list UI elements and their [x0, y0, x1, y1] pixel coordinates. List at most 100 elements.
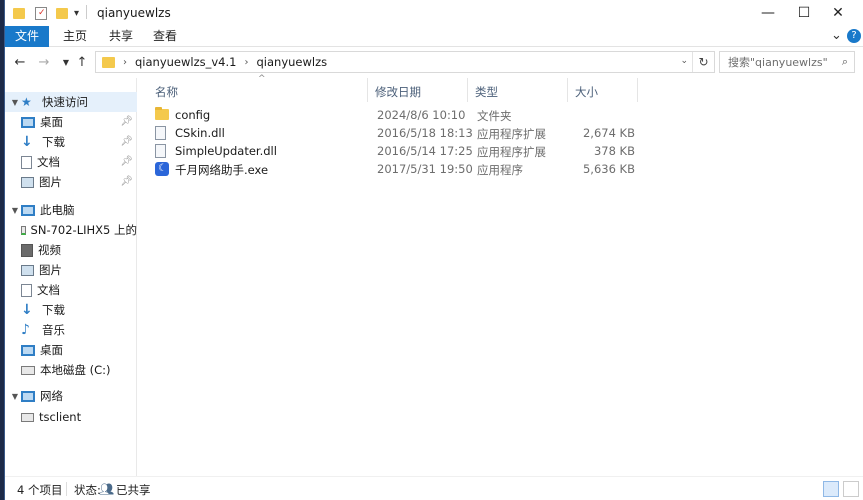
file-size: 5,636 KB [582, 162, 635, 176]
nav-quick-downloads[interactable]: ↓ 下载 📌︎ [5, 132, 137, 152]
ribbon-expand-icon[interactable]: ⌄ [831, 28, 842, 43]
status-label: 状态: [74, 483, 101, 497]
pin-icon[interactable]: 📌︎ [120, 116, 133, 127]
new-folder-icon[interactable] [56, 7, 68, 19]
breadcrumb-current[interactable]: qianyuewlzs [256, 55, 327, 69]
ribbon-tabs: 文件 主页 共享 查看 ⌄ ? [5, 26, 863, 47]
nav-videos[interactable]: 视频 [5, 240, 137, 260]
nav-music[interactable]: ♪ 音乐 [5, 320, 137, 340]
properties-icon[interactable]: ✓ [35, 6, 47, 20]
network-drive-icon [21, 225, 26, 235]
forward-arrow-icon: → [38, 54, 50, 70]
nav-label: 音乐 [42, 323, 65, 337]
file-size: 2,674 KB [582, 126, 635, 140]
nav-label: 网络 [40, 389, 63, 403]
nav-documents[interactable]: 文档 [5, 280, 137, 300]
tab-view[interactable]: 查看 [141, 26, 189, 47]
network-share-icon [21, 412, 34, 422]
nav-label: 文档 [37, 283, 60, 297]
table-row[interactable]: ☾ 千月网络助手.exe 2017/5/31 19:50 应用程序 5,636 … [155, 160, 645, 178]
expand-arrow-icon[interactable]: ▼ [9, 98, 21, 107]
expand-arrow-icon[interactable]: ▼ [9, 206, 21, 215]
tab-share[interactable]: 共享 [97, 26, 145, 47]
tab-home[interactable]: 主页 [51, 26, 99, 47]
address-bar[interactable]: › qianyuewlzs_v4.1 › qianyuewlzs ⌄ ↻ [95, 51, 715, 73]
nav-label: 图片 [39, 175, 62, 189]
large-icons-view-icon[interactable] [843, 481, 859, 497]
column-divider[interactable] [567, 78, 568, 102]
nav-this-pc[interactable]: ▼ 此电脑 [5, 200, 137, 220]
expand-arrow-icon[interactable]: ▼ [9, 392, 21, 401]
file-type: 文件夹 [477, 109, 512, 123]
pin-icon[interactable]: 📌︎ [120, 136, 133, 147]
document-icon [21, 155, 32, 169]
download-arrow-icon: ↓ [21, 134, 33, 150]
navigation-pane: ▼ ★ 快速访问 桌面 📌︎ ↓ 下载 📌︎ 文档 📌︎ 图片 📌︎ ▼ 此电脑… [5, 78, 137, 476]
file-list: ^ 名称 修改日期 类型 大小 config 2024/8/6 10:10 文件… [145, 74, 863, 476]
file-date: 2016/5/18 18:13 [377, 126, 473, 140]
close-button[interactable]: ✕ [815, 0, 861, 26]
column-header-type[interactable]: 类型 [475, 84, 498, 102]
details-view-icon[interactable] [823, 481, 839, 497]
refresh-icon[interactable]: ↻ [692, 52, 714, 72]
file-size: 378 KB [593, 144, 635, 158]
document-icon [21, 283, 32, 297]
nav-label: 此电脑 [40, 203, 75, 217]
help-icon[interactable]: ? [847, 29, 861, 43]
nav-quick-access[interactable]: ▼ ★ 快速访问 [5, 92, 137, 112]
nav-network-drive[interactable]: SN-702-LIHX5 上的 [5, 220, 137, 240]
pin-icon[interactable]: 📌︎ [120, 176, 133, 187]
column-divider[interactable] [467, 78, 468, 102]
up-button[interactable]: ↑ [73, 53, 91, 71]
breadcrumb-separator: › [244, 56, 249, 68]
file-name: CSkin.dll [175, 126, 225, 140]
maximize-icon: ☐ [797, 5, 811, 21]
file-type: 应用程序 [477, 163, 523, 177]
desktop-icon [21, 116, 35, 128]
column-header-size[interactable]: 大小 [575, 84, 598, 102]
nav-label: 桌面 [40, 115, 63, 129]
folder-icon[interactable] [13, 7, 25, 19]
nav-local-disk[interactable]: 本地磁盘 (C:) [5, 360, 137, 380]
dll-file-icon [155, 144, 166, 158]
nav-quick-documents[interactable]: 文档 📌︎ [5, 152, 137, 172]
nav-network[interactable]: ▼ 网络 [5, 386, 137, 406]
address-row: ← → ▼ ↑ › qianyuewlzs_v4.1 › qianyuewlzs… [5, 48, 863, 76]
quick-access-toolbar: ✓ ▾ [13, 4, 79, 22]
column-divider[interactable] [637, 78, 638, 102]
search-input[interactable]: 搜索"qianyuewlzs" ⌕ [719, 51, 855, 73]
address-dropdown-icon[interactable]: ⌄ [680, 56, 688, 66]
table-row[interactable]: CSkin.dll 2016/5/18 18:13 应用程序扩展 2,674 K… [155, 124, 645, 142]
table-row[interactable]: SimpleUpdater.dll 2016/5/14 17:25 应用程序扩展… [155, 142, 645, 160]
column-header-date[interactable]: 修改日期 [375, 84, 421, 102]
nav-quick-pictures[interactable]: 图片 📌︎ [5, 172, 137, 192]
shared-users-icon: 👥︎ [99, 482, 115, 496]
nav-downloads[interactable]: ↓ 下载 [5, 300, 137, 320]
nav-label: 快速访问 [42, 95, 88, 109]
nav-pictures[interactable]: 图片 [5, 260, 137, 280]
breadcrumb-parent[interactable]: qianyuewlzs_v4.1 [135, 55, 236, 69]
table-row[interactable]: config 2024/8/6 10:10 文件夹 [155, 106, 645, 124]
star-icon: ★ [21, 95, 32, 109]
tab-file[interactable]: 文件 [5, 26, 49, 47]
picture-icon [21, 264, 34, 276]
nav-quick-desktop[interactable]: 桌面 📌︎ [5, 112, 137, 132]
download-arrow-icon: ↓ [21, 302, 33, 318]
nav-desktop[interactable]: 桌面 [5, 340, 137, 360]
title-bar: ✓ ▾ qianyuewlzs — ☐ ✕ [5, 0, 863, 26]
nav-label: tsclient [39, 410, 82, 424]
status-value: 已共享 [116, 483, 151, 497]
qa-dropdown-icon[interactable]: ▾ [74, 8, 79, 19]
up-arrow-icon: ↑ [76, 54, 88, 70]
search-icon: ⌕ [841, 55, 848, 68]
nav-label: 图片 [39, 263, 62, 277]
forward-button[interactable]: → [35, 53, 53, 71]
chevron-down-icon: ▼ [62, 57, 70, 67]
file-name: 千月网络助手.exe [175, 163, 269, 177]
network-icon [21, 390, 35, 402]
column-header-name[interactable]: 名称 [155, 84, 178, 102]
nav-tsclient[interactable]: tsclient [5, 407, 137, 427]
pin-icon[interactable]: 📌︎ [120, 156, 133, 167]
back-button[interactable]: ← [11, 53, 29, 71]
column-divider[interactable] [367, 78, 368, 102]
